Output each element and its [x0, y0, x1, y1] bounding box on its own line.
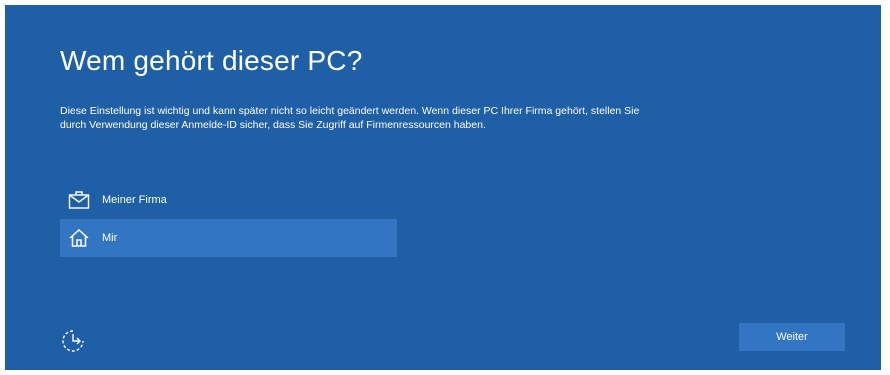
- ease-of-access-icon[interactable]: [60, 328, 86, 354]
- page-description: Diese Einstellung ist wichtig und kann s…: [60, 105, 640, 131]
- option-me[interactable]: Mir: [60, 219, 397, 257]
- option-my-company[interactable]: Meiner Firma: [60, 181, 397, 219]
- page-title: Wem gehört dieser PC?: [60, 45, 363, 76]
- home-icon: [68, 227, 90, 249]
- briefcase-icon: [68, 189, 90, 211]
- option-label: Meiner Firma: [102, 194, 167, 206]
- oobe-screen: Wem gehört dieser PC? Diese Einstellung …: [5, 5, 881, 370]
- next-button[interactable]: Weiter: [739, 323, 845, 351]
- ownership-options: Meiner Firma Mir: [60, 181, 397, 257]
- option-label: Mir: [102, 232, 118, 244]
